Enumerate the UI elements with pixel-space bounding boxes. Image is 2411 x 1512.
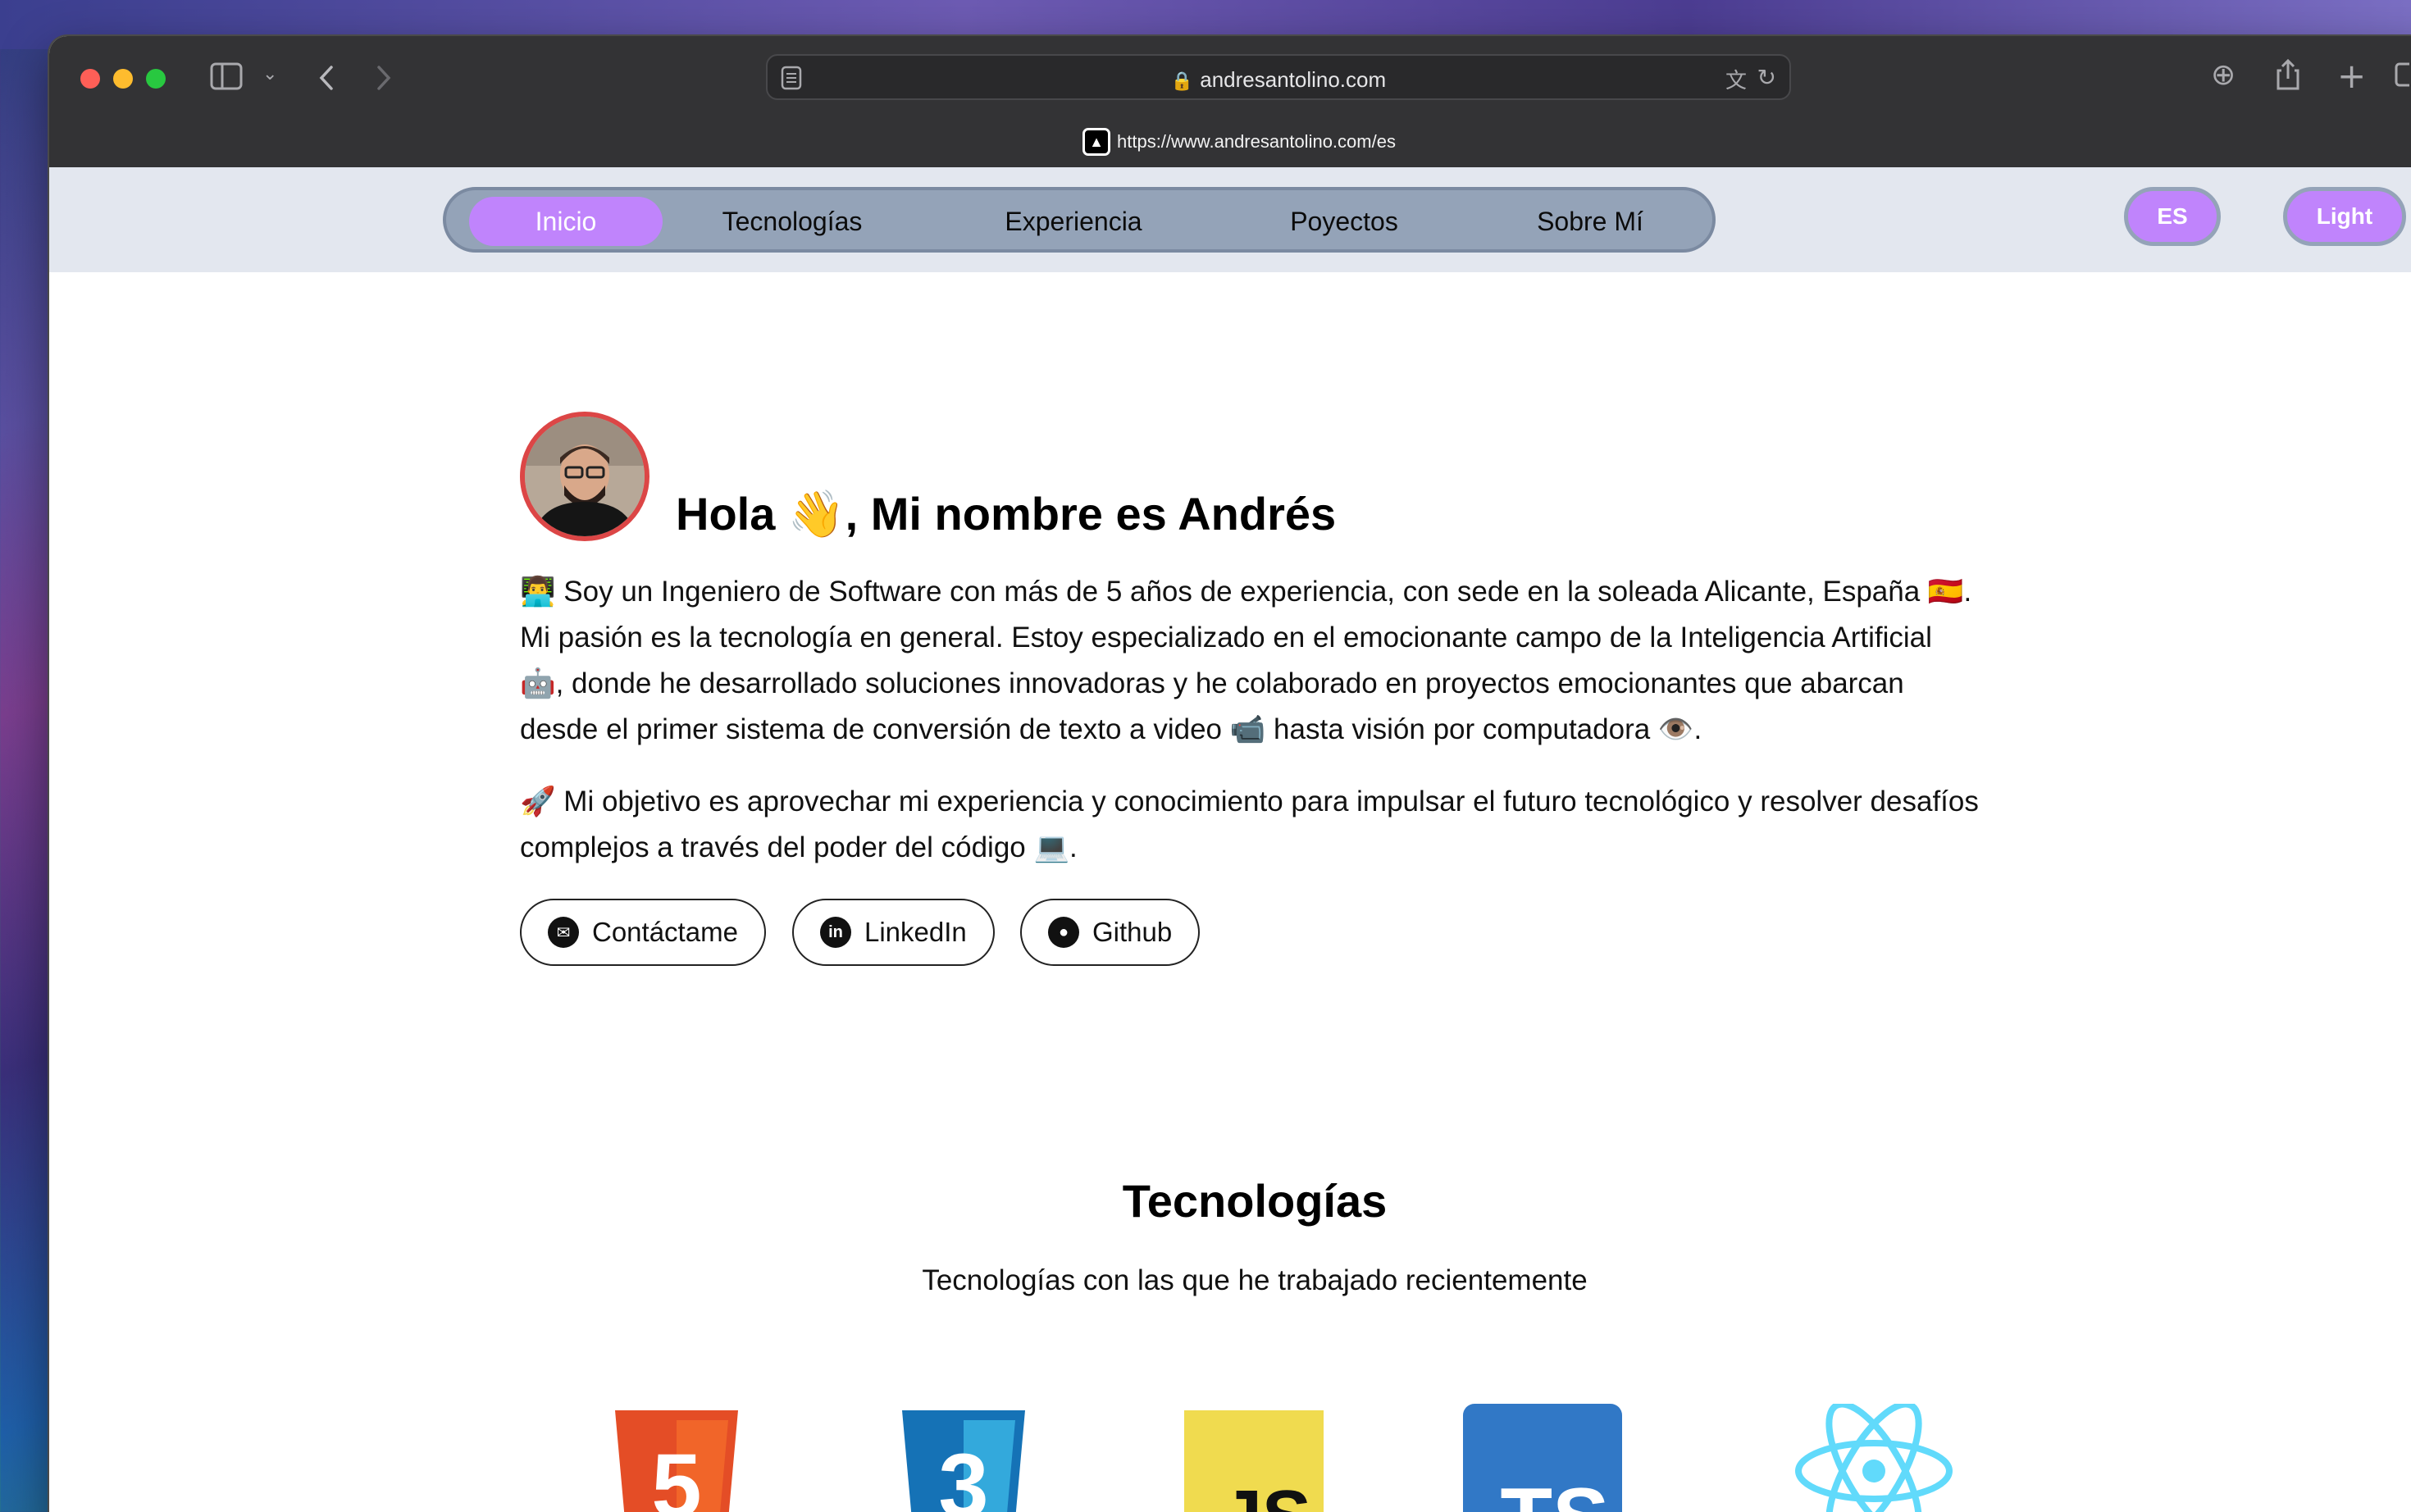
contact-button-label: Contáctame <box>592 917 738 947</box>
hero-title-suffix: , Mi nombre es Andrés <box>845 488 1337 540</box>
language-toggle-button[interactable]: ES <box>2124 187 2221 246</box>
mail-icon: ✉ <box>548 917 579 948</box>
hover-url-text: https://www.andresantolino.com/es <box>1117 131 1396 152</box>
translate-icon[interactable]: 文 <box>1725 64 1747 94</box>
svg-text:TS: TS <box>1501 1471 1610 1512</box>
url-text: andresantolino.com <box>1200 67 1387 92</box>
css3-icon: 3 <box>902 1410 1025 1512</box>
zoom-window-button[interactable] <box>146 69 166 89</box>
new-tab-icon[interactable]: + <box>2337 59 2366 93</box>
javascript-icon: JS <box>1184 1410 1324 1512</box>
main-nav: Inicio Tecnologías Experiencia Poyectos … <box>443 187 1716 253</box>
hero-title: Hola 👋, Mi nombre es Andrés <box>676 487 1336 541</box>
linkedin-button[interactable]: in LinkedIn <box>792 899 995 966</box>
share-icon[interactable] <box>2275 57 2301 92</box>
svg-text:3: 3 <box>938 1436 988 1512</box>
hero-title-prefix: Hola <box>676 488 776 540</box>
reload-icon[interactable]: ↻ <box>1757 64 1776 91</box>
browser-toolbar: ⌄ 🔒 andresantolino.com 文 ↻ ⊕ + ▲ https:/… <box>49 36 2411 167</box>
url-display[interactable]: 🔒 andresantolino.com <box>768 67 1789 93</box>
linkedin-button-label: LinkedIn <box>864 917 967 947</box>
browser-window: ⌄ 🔒 andresantolino.com 文 ↻ ⊕ + ▲ https:/… <box>49 36 2411 1512</box>
github-button-label: Github <box>1092 917 1173 947</box>
address-bar[interactable]: 🔒 andresantolino.com 文 ↻ <box>766 54 1791 100</box>
tab-overview-icon[interactable] <box>2393 61 2409 90</box>
hero-goal-paragraph: 🚀 Mi objetivo es aprovechar mi experienc… <box>520 786 1979 863</box>
avatar <box>520 412 649 541</box>
github-icon: ● <box>1048 917 1079 948</box>
github-button[interactable]: ● Github <box>1020 899 1201 966</box>
close-window-button[interactable] <box>80 69 100 89</box>
site-header: Inicio Tecnologías Experiencia Poyectos … <box>49 167 2411 272</box>
nav-item-tecnologias[interactable]: Tecnologías <box>694 197 891 246</box>
theme-toggle-button[interactable]: Light <box>2283 187 2406 246</box>
svg-text:5: 5 <box>651 1436 701 1512</box>
nav-item-proyectos[interactable]: Poyectos <box>1250 197 1438 246</box>
nav-item-experiencia[interactable]: Experiencia <box>971 197 1176 246</box>
chevron-down-icon[interactable]: ⌄ <box>262 66 277 84</box>
react-icon <box>1795 1404 1953 1512</box>
status-url: ▲ https://www.andresantolino.com/es <box>1082 128 1396 156</box>
hero-intro-paragraph: 👨‍💻 Soy un Ingeniero de Software con más… <box>520 576 1972 745</box>
nav-item-sobre-mi[interactable]: Sobre Mí <box>1496 197 1684 246</box>
sidebar-toggle-icon[interactable] <box>210 62 243 90</box>
svg-text:JS: JS <box>1221 1476 1311 1512</box>
contact-button[interactable]: ✉ Contáctame <box>520 899 766 966</box>
linkedin-icon: in <box>820 917 851 948</box>
minimize-window-button[interactable] <box>113 69 133 89</box>
back-icon[interactable] <box>317 64 336 92</box>
typescript-icon: TS <box>1463 1404 1622 1512</box>
main-content: Hola 👋, Mi nombre es Andrés 👨‍💻 Soy un I… <box>49 272 2411 1512</box>
forward-icon[interactable] <box>374 64 394 92</box>
technologies-title: Tecnologías <box>1122 1175 1388 1227</box>
lock-icon: 🔒 <box>1170 71 1194 91</box>
downloads-icon[interactable]: ⊕ <box>2211 61 2236 90</box>
nav-item-inicio[interactable]: Inicio <box>469 197 663 246</box>
wave-emoji-icon: 👋 <box>787 488 845 540</box>
html5-icon: 5 <box>615 1410 738 1512</box>
technologies-subtitle: Tecnologías con las que he trabajado rec… <box>922 1264 1588 1296</box>
site-favicon-icon: ▲ <box>1082 128 1110 156</box>
